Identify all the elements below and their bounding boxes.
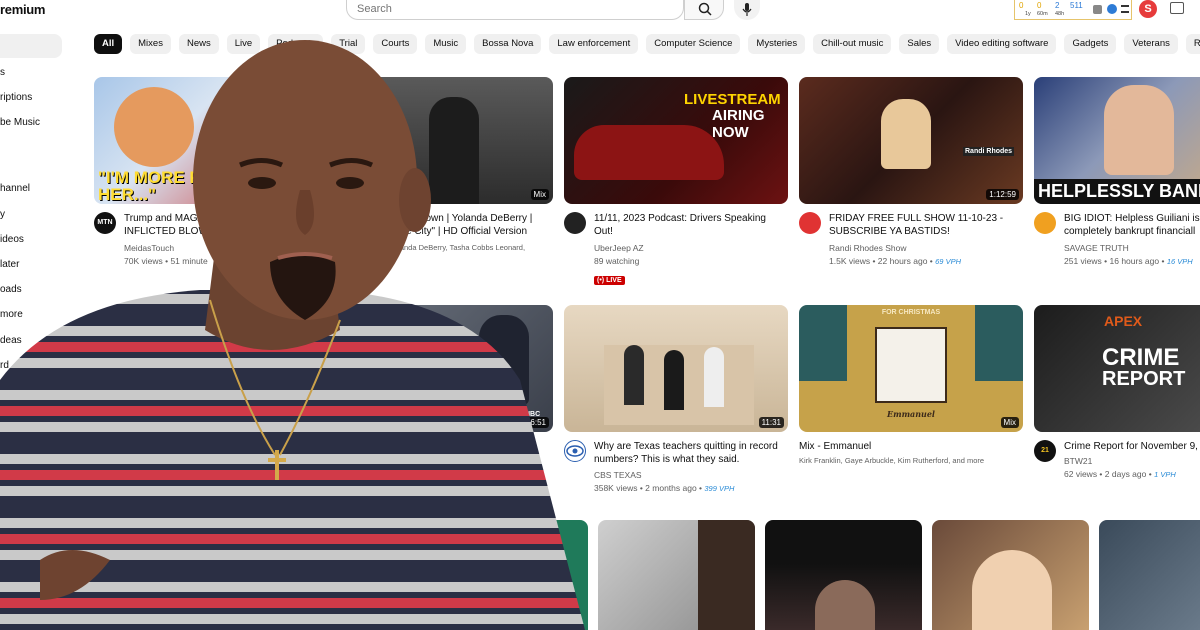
album-caption: Emmanuel xyxy=(887,409,935,419)
channel-name[interactable]: BTW21 xyxy=(1064,456,1092,466)
video-thumbnail[interactable] xyxy=(765,520,922,630)
thumbnail-figure xyxy=(624,345,644,405)
album-title: FOR CHRISTMAS xyxy=(881,309,941,316)
channel-avatar[interactable]: 21 xyxy=(1034,440,1056,462)
menu-icon xyxy=(1121,5,1129,13)
video-title[interactable]: Crime Report for November 9, xyxy=(1064,440,1200,453)
video-meta: 358K views • 2 months ago • 399 VPH xyxy=(594,483,735,493)
search-button[interactable] xyxy=(684,0,724,20)
channel-name[interactable]: Randi Rhodes Show xyxy=(829,243,907,253)
thumbnail-caption: APEX xyxy=(1104,313,1143,329)
video-title[interactable]: FRIDAY FREE FULL SHOW 11-10-23 - SUBSCRI… xyxy=(829,212,1014,238)
thumbnail-caption: HELPLESSLY BANK xyxy=(1034,179,1200,204)
video-meta: 89 watching xyxy=(594,256,640,266)
thumbnail-figure xyxy=(972,550,1052,630)
filter-chip[interactable]: Sales xyxy=(899,34,940,54)
filter-chip[interactable]: Mysteries xyxy=(748,34,806,54)
thumbnail-caption: Randi Rhodes xyxy=(963,147,1015,156)
channel-avatar[interactable] xyxy=(1034,212,1056,234)
filter-chip[interactable]: Video editing software xyxy=(947,34,1057,54)
video-meta: 251 views • 16 hours ago • 16 VPH xyxy=(1064,256,1193,266)
video-meta: 62 views • 2 days ago • 1 VPH xyxy=(1064,469,1176,479)
stat-label: 1y xyxy=(1025,11,1031,17)
video-duration: 1:12:59 xyxy=(986,189,1019,200)
extension-avatar[interactable]: S xyxy=(1139,0,1157,18)
thumbnail-caption: CRIME xyxy=(1102,344,1180,371)
filter-chip[interactable]: Recently u xyxy=(1185,34,1200,54)
play-icon xyxy=(1107,4,1117,14)
video-thumbnail[interactable]: HELPLESSLY BANK xyxy=(1034,77,1200,204)
thumbnail-figure xyxy=(815,580,875,630)
create-icon[interactable] xyxy=(1170,2,1184,14)
video-thumbnail[interactable] xyxy=(932,520,1089,630)
filter-chip[interactable]: Gadgets xyxy=(1064,34,1117,54)
stat-label: 60m xyxy=(1037,11,1048,17)
album-photo xyxy=(875,327,947,403)
video-duration: 11:31 xyxy=(758,417,784,428)
filter-chip[interactable]: Chill-out music xyxy=(813,34,892,54)
extension-stats-panel[interactable]: 0 0 2 511 1y 60m 48h xyxy=(1014,0,1132,20)
video-title[interactable]: 11/11, 2023 Podcast: Drivers Speaking Ou… xyxy=(594,212,779,238)
stat-value: 0 xyxy=(1019,1,1024,10)
filter-chip[interactable]: Veterans xyxy=(1124,34,1178,54)
video-title[interactable]: Mix - Emmanuel xyxy=(799,440,1019,453)
video-thumbnail[interactable] xyxy=(1099,520,1200,630)
video-thumbnail[interactable] xyxy=(598,520,755,630)
video-title[interactable]: BIG IDIOT: Helpless Guiliani is completel… xyxy=(1064,212,1200,238)
thumbnail-caption: LIVESTREAM xyxy=(684,91,781,108)
video-thumbnail[interactable]: FOR CHRISTMAS Emmanuel Mix xyxy=(799,305,1023,432)
filter-chip[interactable]: Computer Science xyxy=(646,34,741,54)
thumbnail-figure xyxy=(1104,85,1174,175)
video-thumbnail[interactable]: Randi Rhodes 1:12:59 xyxy=(799,77,1023,204)
microphone-icon xyxy=(742,3,752,16)
channel-name[interactable]: Kirk Franklin, Gaye Arbuckle, Kim Ruther… xyxy=(799,456,1023,465)
thumbnail-figure xyxy=(664,350,684,410)
stat-value: 2 xyxy=(1055,1,1060,10)
stat-value: 511 xyxy=(1070,1,1083,10)
mix-badge: Mix xyxy=(1000,417,1019,428)
channel-name[interactable]: UberJeep AZ xyxy=(594,243,644,253)
channel-avatar[interactable] xyxy=(799,212,821,234)
thumbs-icon xyxy=(1093,5,1102,14)
stat-value: 0 xyxy=(1037,1,1042,10)
video-title[interactable]: Why are Texas teachers quitting in recor… xyxy=(594,440,784,466)
video-meta: 1.5K views • 22 hours ago • 69 VPH xyxy=(829,256,961,266)
presenter-overlay xyxy=(0,40,585,630)
channel-name[interactable]: SAVAGE TRUTH xyxy=(1064,243,1129,253)
video-thumbnail[interactable]: APEX CRIME REPORT xyxy=(1034,305,1200,432)
thumbnail-figure xyxy=(881,99,931,169)
thumbnail-figure xyxy=(704,347,724,407)
thumbnail-caption: REPORT xyxy=(1102,368,1186,390)
thumbnail-figure xyxy=(698,520,755,630)
thumbnail-caption: AIRING NOW xyxy=(712,107,765,141)
voice-search-button[interactable] xyxy=(734,0,760,20)
channel-name[interactable]: CBS TEXAS xyxy=(594,470,642,480)
search-icon xyxy=(698,2,712,16)
stat-label: 48h xyxy=(1055,11,1065,17)
